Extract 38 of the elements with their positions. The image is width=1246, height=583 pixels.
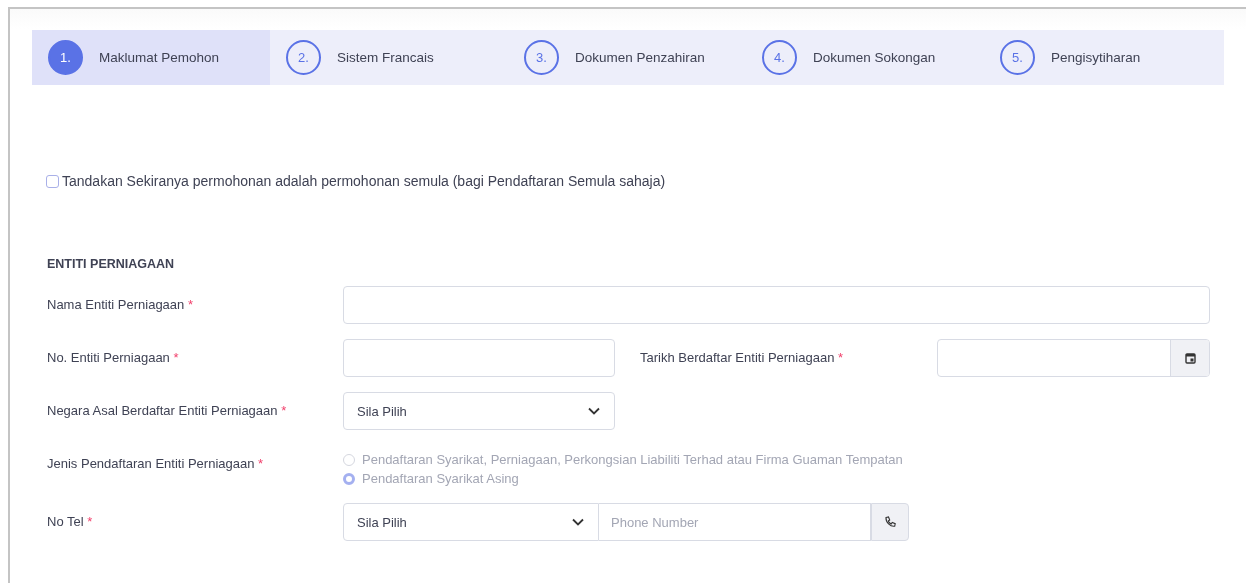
step-label: Dokumen Penzahiran: [575, 50, 705, 65]
text-input[interactable]: [343, 339, 615, 377]
chevron-down-icon: [572, 518, 584, 526]
step-label: Sistem Francais: [337, 50, 434, 65]
step-number: 5.: [1000, 40, 1035, 75]
field-label: Negara Asal Berdaftar Entiti Perniagaan *: [47, 402, 288, 420]
field-label: No. Entiti Perniagaan *: [47, 349, 180, 367]
field-label: Nama Entiti Perniagaan *: [47, 296, 194, 314]
step-tab[interactable]: 5. Pengisytiharan: [984, 30, 1222, 85]
step-number: 2.: [286, 40, 321, 75]
step-number: 1.: [48, 40, 83, 75]
step-label: Pengisytiharan: [1051, 50, 1141, 65]
step-tab[interactable]: 1. Maklumat Pemohon: [32, 30, 270, 85]
step-tab[interactable]: 3. Dokumen Penzahiran: [508, 30, 746, 85]
calendar-button[interactable]: [1170, 340, 1209, 376]
checkbox-label: Tandakan Sekiranya permohonan adalah permohonan semula (bagi Pendaftaran Semula sahaja): [62, 173, 666, 189]
radio-label: Pendaftaran Syarikat Asing: [362, 471, 519, 486]
country-code-select[interactable]: Sila Pilih: [343, 503, 599, 541]
chevron-down-icon: [588, 407, 600, 415]
step-number: 4.: [762, 40, 797, 75]
step-tab[interactable]: 2. Sistem Francais: [270, 30, 508, 85]
calendar-icon: [1184, 352, 1196, 364]
text-input[interactable]: [343, 286, 1210, 324]
select-dropdown[interactable]: Sila Pilih: [343, 392, 615, 430]
step-label: Maklumat Pemohon: [99, 50, 220, 65]
date-input[interactable]: [937, 339, 1210, 377]
step-label: Dokumen Sokongan: [813, 50, 936, 65]
field-label: Jenis Pendaftaran Entiti Perniagaan *: [47, 455, 265, 473]
step-number: 3.: [524, 40, 559, 75]
phone-button[interactable]: [871, 503, 909, 541]
phone-icon: [883, 516, 897, 528]
field-label: No Tel *: [47, 513, 94, 531]
checkbox[interactable]: [46, 174, 59, 188]
step-tab[interactable]: 4. Dokumen Sokongan: [746, 30, 984, 85]
phone-input[interactable]: Phone Number: [599, 503, 871, 541]
field-label: Tarikh Berdaftar Entiti Perniagaan *: [639, 349, 845, 367]
section-title: ENTITI PERNIAGAAN: [47, 257, 175, 271]
radio-label: Pendaftaran Syarikat, Perniagaan, Perkongsian Liabiliti Terhad atau Firma Guaman Tempatan: [362, 452, 903, 467]
